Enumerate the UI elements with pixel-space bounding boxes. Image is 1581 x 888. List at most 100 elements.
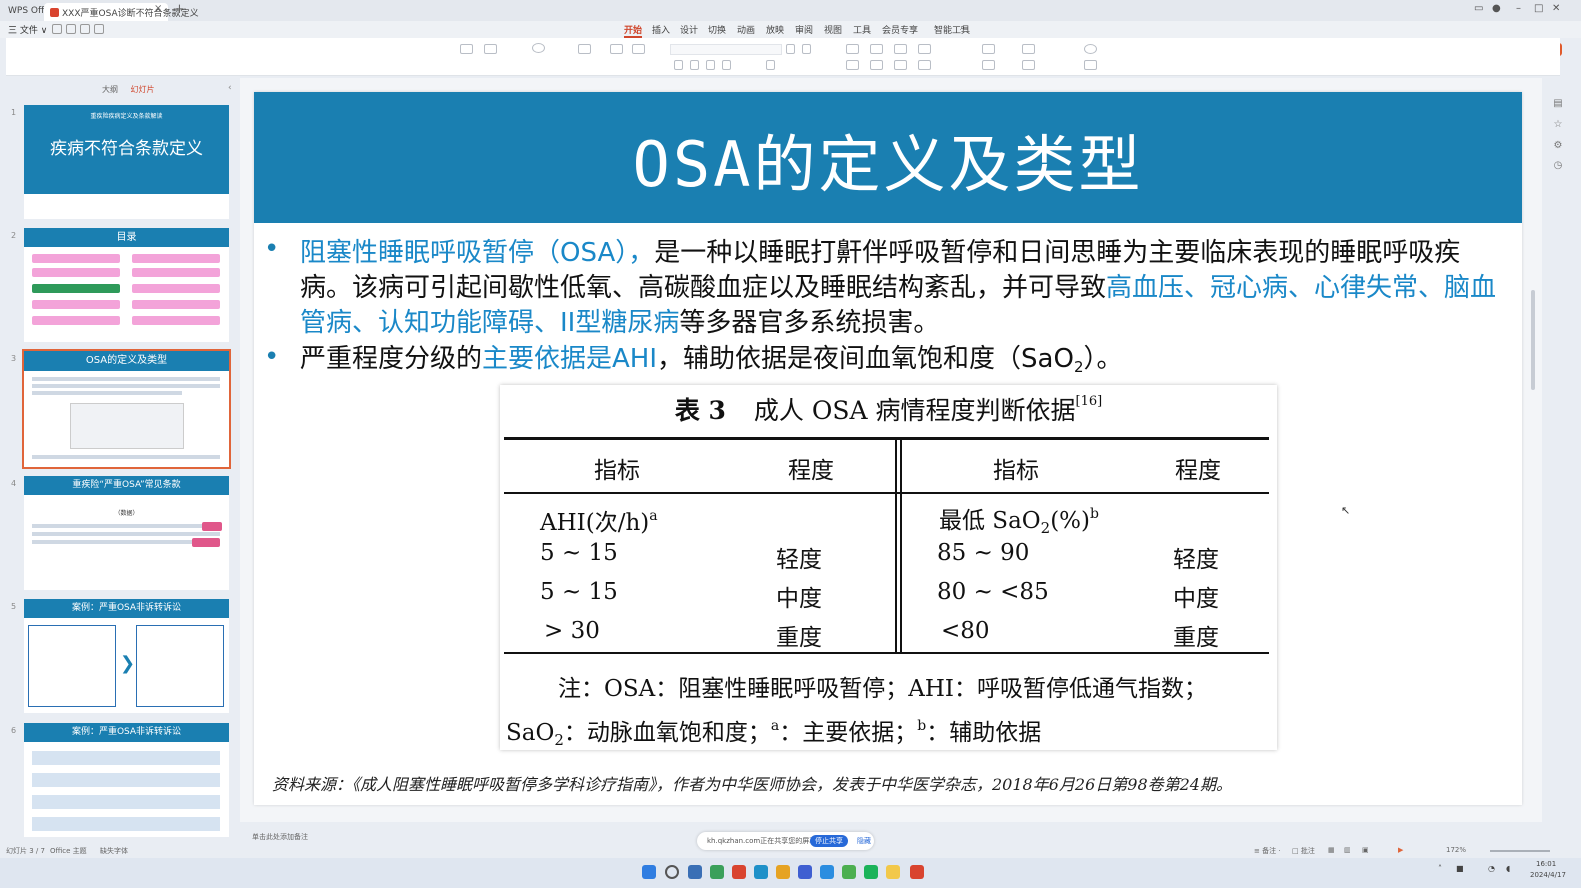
align-right-icon[interactable] [894,60,907,70]
indent-icon[interactable] [894,44,907,54]
menu-review[interactable]: 审阅 [795,23,813,36]
definition-paragraph[interactable]: 阻塞性睡眠呼吸暂停（OSA），是一种以睡眠打鼾伴呼吸暂停和日间思睡为主要临床表现… [300,236,1500,341]
italic-icon[interactable] [690,60,699,70]
menu-tools[interactable]: 工具 [853,23,871,36]
textbox-icon[interactable] [982,60,995,70]
redo-icon[interactable] [94,24,104,34]
shapes-icon[interactable] [982,44,995,54]
close-tab-icon[interactable]: × [154,3,162,14]
window-layout-icon[interactable]: ▭ [1474,3,1483,14]
close-window-icon[interactable]: ✕ [1552,3,1560,14]
strikethrough-icon[interactable] [722,60,731,70]
network-icon[interactable]: ◔ [1488,864,1495,873]
undo-icon[interactable] [66,24,76,34]
maximize-icon[interactable]: □ [1534,3,1543,14]
picture-icon[interactable] [1022,44,1035,54]
properties-icon[interactable]: ▤ [1551,98,1565,110]
app-icon-orange[interactable] [776,865,790,879]
format-painter-icon[interactable] [532,43,545,53]
osa-severity-table[interactable]: 表 3 成人 OSA 病情程度判断依据[16] 指标 程度 指标 程度 AHI(次… [500,385,1277,750]
slide-title[interactable]: OSA的定义及类型 [254,114,1522,204]
source-citation[interactable]: 资料来源：《成人阻塞性睡眠呼吸暂停多学科诊疗指南》，作者为中华医师协会，发表于中… [272,771,1512,795]
line-spacing-icon[interactable] [918,44,931,54]
account-icon[interactable]: ● [1492,3,1501,14]
app-icon-red[interactable] [732,865,746,879]
menu-view[interactable]: 视图 [824,23,842,36]
menu-home[interactable]: 开始 [624,23,643,38]
numbering-icon[interactable] [870,44,883,54]
current-slide[interactable]: OSA的定义及类型 • 阻塞性睡眠呼吸暂停（OSA），是一种以睡眠打鼾伴呼吸暂停… [254,92,1522,805]
underline-icon[interactable] [706,60,715,70]
tray-arrow-icon[interactable]: ˄ [1438,864,1442,873]
menu-insert[interactable]: 插入 [652,23,670,36]
collapse-panel-icon[interactable]: ‹ [228,83,232,93]
app-icon-lightblue[interactable] [820,865,834,879]
outline-tab[interactable]: 大纲 [102,85,118,94]
slides-tab[interactable]: 幻灯片 [131,85,155,94]
document-tab[interactable]: XXX严重OSA诊断不符合条款定义 [44,3,199,21]
minimize-icon[interactable]: – [1516,3,1521,14]
start-icon[interactable] [642,865,656,879]
stop-sharing-button[interactable]: 停止共享 [810,835,848,847]
align-center-icon[interactable] [870,60,883,70]
search-icon[interactable]: ⌕ [960,23,965,33]
layout-icon[interactable] [610,44,623,54]
slideshow-icon[interactable]: ▶ [1398,846,1403,854]
task-view-icon[interactable] [688,865,702,879]
menu-design[interactable]: 设计 [680,23,698,36]
find-icon[interactable] [1084,44,1097,54]
save-icon[interactable] [52,24,62,34]
font-color-icon[interactable] [766,60,775,70]
bullets-icon[interactable] [846,44,859,54]
chrome-icon[interactable] [842,865,856,879]
slide-thumbnail-1[interactable]: 重疾险疾病定义及条款解读 疾病不符合条款定义 [24,105,229,219]
clock-date[interactable]: 2024/4/17 [1530,871,1566,879]
history-icon[interactable]: ◷ [1551,160,1565,172]
star-icon[interactable]: ☆ [1551,119,1565,131]
paste-icon[interactable] [460,44,473,54]
tray-app-icon[interactable]: ■ [1456,864,1464,873]
select-icon[interactable] [1084,60,1097,70]
explorer-icon[interactable] [886,865,900,879]
menu-transition[interactable]: 切换 [708,23,726,36]
slide-thumbnail-3-selected[interactable]: OSA的定义及类型 [22,349,231,469]
grading-paragraph[interactable]: 严重程度分级的主要依据是AHI，辅助依据是夜间血氧饱和度（SaO2）。 [300,342,1500,385]
slide-thumbnail-5[interactable]: 案例：严重OSA非诉转诉讼 ❯ [24,599,229,713]
normal-view-icon[interactable]: ▦ [1328,846,1335,854]
hide-notice-button[interactable]: 隐藏 [857,836,871,846]
edge-icon[interactable] [754,865,768,879]
menu-slideshow[interactable]: 放映 [766,23,784,36]
bold-icon[interactable] [674,60,683,70]
wechat-icon[interactable] [864,865,878,879]
comment-toggle[interactable]: □ 批注 [1292,846,1315,856]
align-left-icon[interactable] [846,60,859,70]
arrange-icon[interactable] [1022,60,1035,70]
app-icon-green[interactable] [710,865,724,879]
new-slide-icon[interactable] [578,44,591,54]
menu-animation[interactable]: 动画 [737,23,755,36]
notes-hint[interactable]: 单击此处添加备注 [252,832,308,842]
wps-home-tab[interactable]: WPS Office [2,3,57,21]
font-shrink-icon[interactable] [802,44,811,54]
volume-icon[interactable]: ◖ [1506,864,1510,873]
zoom-slider[interactable] [1490,850,1550,852]
slide-thumbnail-6[interactable]: 案例：严重OSA非诉转诉讼 [24,723,229,837]
section-icon[interactable] [632,44,645,54]
wps-presentation-icon[interactable] [910,865,924,879]
reading-view-icon[interactable]: ▣ [1362,846,1369,854]
app-icon-blue[interactable] [798,865,812,879]
zoom-level[interactable]: 172% [1446,846,1466,854]
taskbar-search-icon[interactable] [665,865,679,879]
slide-thumbnail-2[interactable]: 目录 [24,228,229,342]
canvas-scrollbar[interactable] [1531,290,1535,390]
justify-icon[interactable] [918,60,931,70]
sorter-view-icon[interactable]: ▥ [1344,846,1351,854]
new-tab-icon[interactable]: + [174,2,185,17]
file-menu[interactable]: 三 文件 ∨ [8,23,47,36]
missing-fonts[interactable]: 缺失字体 [100,846,128,856]
cut-icon[interactable] [484,44,497,54]
settings-icon[interactable]: ⚙ [1551,140,1565,152]
print-icon[interactable] [80,24,90,34]
font-name-box[interactable] [670,44,782,55]
menu-member[interactable]: 会员专享 [882,23,918,36]
